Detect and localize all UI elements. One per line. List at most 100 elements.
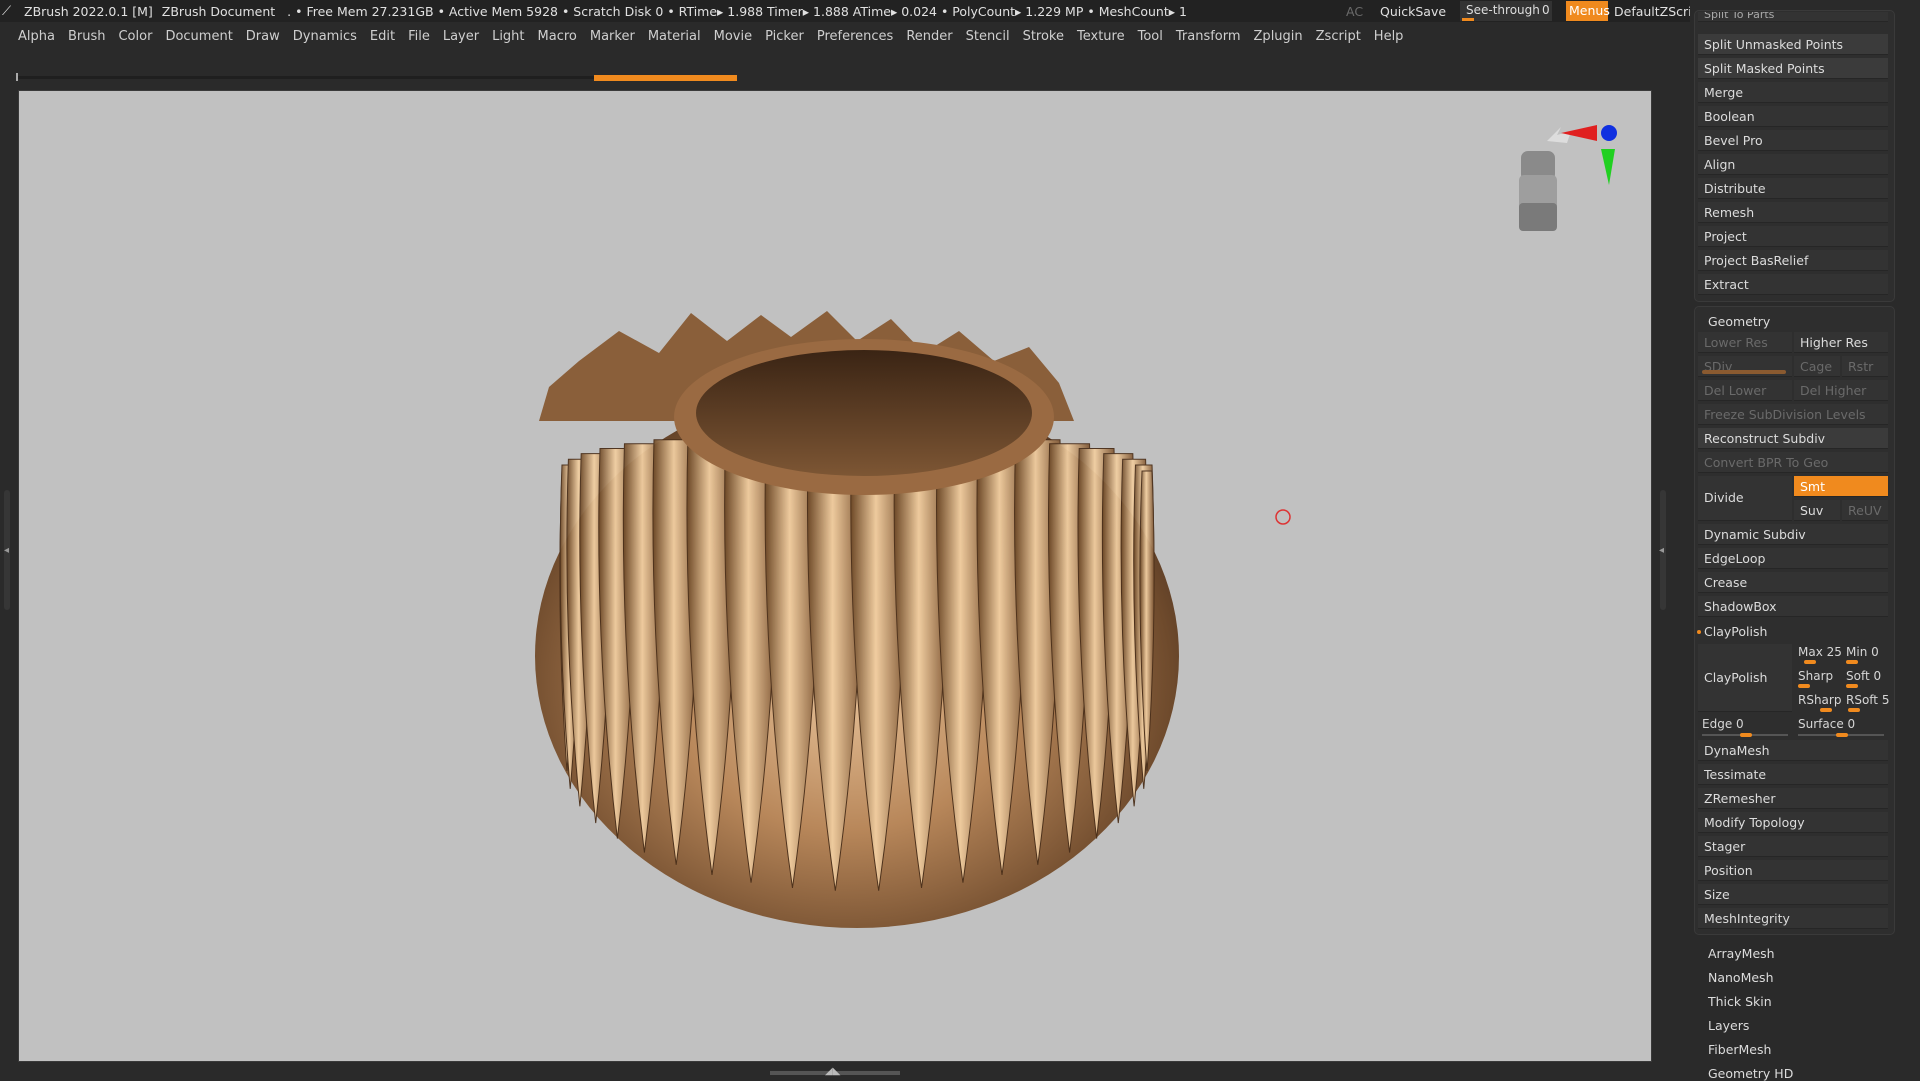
menu-dynamics[interactable]: Dynamics [293,29,357,44]
document-label[interactable]: ZBrush Document [162,4,275,19]
surface-slider-handle[interactable] [1836,733,1848,737]
stager-button[interactable]: Stager [1698,836,1888,857]
subtool-distribute-button[interactable]: Distribute [1698,178,1888,199]
section-thick-skin[interactable]: Thick Skin [1708,994,1772,1009]
higher-res-button[interactable]: Higher Res [1794,332,1888,353]
suv-toggle[interactable]: Suv [1794,500,1840,521]
position-button[interactable]: Position [1698,860,1888,881]
menu-picker[interactable]: Picker [765,29,804,44]
right-tray-arrow-icon[interactable]: ◂ [1659,545,1664,556]
menu-document[interactable]: Document [165,29,232,44]
left-tray-arrow-icon[interactable]: ◂ [4,545,9,556]
rsharp-slider[interactable]: RSharp [1798,693,1841,707]
see-through-handle[interactable] [1462,18,1474,21]
edge-slider[interactable]: Edge 0 [1702,717,1744,731]
tessimate-button[interactable]: Tessimate [1698,764,1888,785]
menu-draw[interactable]: Draw [246,29,280,44]
edgeloop-button[interactable]: EdgeLoop [1698,548,1888,569]
geometry-title[interactable]: Geometry [1708,314,1770,329]
reuv-toggle[interactable]: ReUV [1842,500,1888,521]
freeze-subdivision-button[interactable]: Freeze SubDivision Levels [1698,404,1888,425]
ac-label[interactable]: AC [1346,0,1363,22]
subtool-project-button[interactable]: Project [1698,226,1888,247]
max-slider[interactable]: Max 25 [1798,645,1842,659]
meshintegrity-button[interactable]: MeshIntegrity [1698,908,1888,929]
lower-res-button[interactable]: Lower Res [1698,332,1792,353]
sdiv-slider[interactable]: SDiv [1698,356,1792,377]
zremesher-button[interactable]: ZRemesher [1698,788,1888,809]
soft-slider[interactable]: Soft 0 [1846,669,1881,683]
menu-brush[interactable]: Brush [68,29,106,44]
edge-slider-handle[interactable] [1740,733,1752,737]
dynamic-subdiv-button[interactable]: Dynamic Subdiv [1698,524,1888,545]
reconstruct-subdiv-button[interactable]: Reconstruct Subdiv [1698,428,1888,449]
menu-file[interactable]: File [408,29,430,44]
menu-edit[interactable]: Edit [370,29,395,44]
sharp-slider[interactable]: Sharp [1798,669,1833,683]
rsoft-slider-handle[interactable] [1848,708,1860,712]
del-lower-button[interactable]: Del Lower [1698,380,1792,401]
subtool-project-basrelief-button[interactable]: Project BasRelief [1698,250,1888,271]
menu-render[interactable]: Render [906,29,952,44]
menu-material[interactable]: Material [648,29,701,44]
crease-button[interactable]: Crease [1698,572,1888,593]
split-to-parts-button[interactable]: Split To Parts [1698,12,1888,22]
subtool-bevel-pro-button[interactable]: Bevel Pro [1698,130,1888,151]
subtool-boolean-button[interactable]: Boolean [1698,106,1888,127]
menu-zplugin[interactable]: Zplugin [1254,29,1303,44]
min-slider-handle[interactable] [1846,660,1858,664]
menu-transform[interactable]: Transform [1176,29,1241,44]
modify-topology-button[interactable]: Modify Topology [1698,812,1888,833]
menu-color[interactable]: Color [118,29,152,44]
cage-button[interactable]: Cage [1794,356,1840,377]
dynamesh-button[interactable]: DynaMesh [1698,740,1888,761]
subtool-remesh-button[interactable]: Remesh [1698,202,1888,223]
divide-button[interactable]: Divide [1698,476,1792,521]
claypolish-button[interactable]: ClayPolish [1698,644,1792,712]
claypolish-header[interactable]: ClayPolish [1704,624,1767,639]
section-arraymesh[interactable]: ArrayMesh [1708,946,1775,961]
del-higher-button[interactable]: Del Higher [1794,380,1888,401]
see-through-label: See-through [1466,3,1540,17]
section-layers[interactable]: Layers [1708,1018,1749,1033]
surface-slider[interactable]: Surface 0 [1798,717,1855,731]
smt-toggle[interactable]: Smt [1794,476,1888,497]
menu-tool[interactable]: Tool [1138,29,1163,44]
convert-bpr-button[interactable]: Convert BPR To Geo [1698,452,1888,473]
menu-macro[interactable]: Macro [538,29,577,44]
menu-help[interactable]: Help [1374,29,1404,44]
section-geometry-hd[interactable]: Geometry HD [1708,1066,1793,1081]
min-slider[interactable]: Min 0 [1846,645,1879,659]
menu-marker[interactable]: Marker [590,29,635,44]
menu-layer[interactable]: Layer [443,29,479,44]
size-button[interactable]: Size [1698,884,1888,905]
menu-texture[interactable]: Texture [1077,29,1125,44]
menu-stroke[interactable]: Stroke [1023,29,1064,44]
shadowbox-button[interactable]: ShadowBox [1698,596,1888,617]
rstr-button[interactable]: Rstr [1842,356,1888,377]
subtool-split-unmasked-points-button[interactable]: Split Unmasked Points [1698,34,1888,55]
soft-slider-handle[interactable] [1846,684,1858,688]
bottom-tray-arrow-icon[interactable]: ◢◣ [825,1066,840,1077]
menu-stencil[interactable]: Stencil [966,29,1010,44]
menu-preferences[interactable]: Preferences [817,29,893,44]
menus-toggle[interactable]: Menus [1566,1,1610,21]
see-through-slider[interactable]: See-through 0 [1460,1,1552,21]
menu-zscript[interactable]: Zscript [1316,29,1361,44]
subtool-split-masked-points-button[interactable]: Split Masked Points [1698,58,1888,79]
quicksave-button[interactable]: QuickSave [1380,0,1446,22]
document-canvas[interactable] [18,90,1652,1062]
model-viewport[interactable] [19,91,1652,1062]
section-fibermesh[interactable]: FiberMesh [1708,1042,1771,1057]
rsoft-slider[interactable]: RSoft 5 [1846,693,1889,707]
menu-light[interactable]: Light [492,29,524,44]
subtool-align-button[interactable]: Align [1698,154,1888,175]
menu-movie[interactable]: Movie [714,29,752,44]
rsharp-slider-handle[interactable] [1820,708,1832,712]
subtool-merge-button[interactable]: Merge [1698,82,1888,103]
menu-alpha[interactable]: Alpha [18,29,55,44]
section-nanomesh[interactable]: NanoMesh [1708,970,1774,985]
subtool-extract-button[interactable]: Extract [1698,274,1888,295]
max-slider-handle[interactable] [1804,660,1816,664]
sharp-slider-handle[interactable] [1798,684,1810,688]
